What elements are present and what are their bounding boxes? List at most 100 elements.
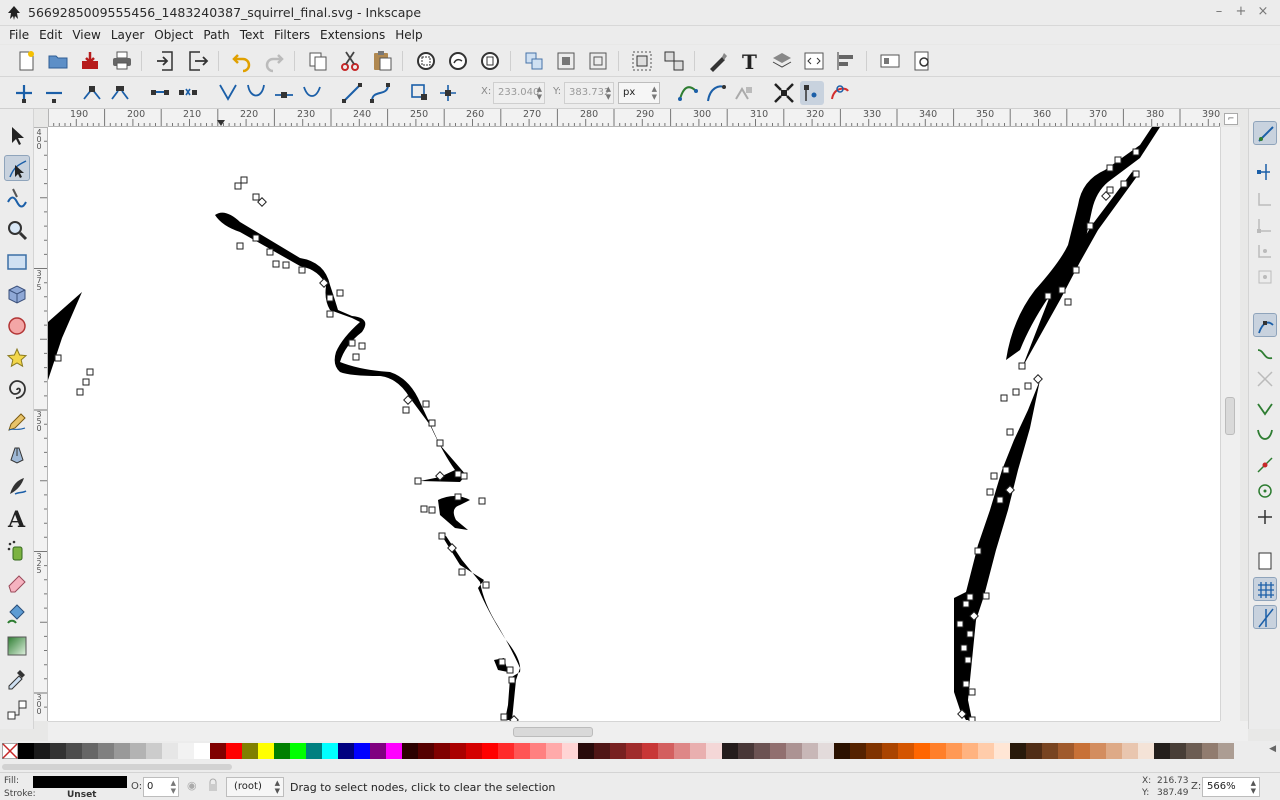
- palette-swatch[interactable]: [210, 743, 226, 759]
- ellipse-tool-icon[interactable]: [4, 313, 30, 339]
- horizontal-scrollbar[interactable]: [48, 721, 1220, 741]
- snap-guides-icon[interactable]: [1253, 605, 1277, 629]
- mask-icon[interactable]: [732, 81, 756, 105]
- clip-path-icon[interactable]: [704, 81, 728, 105]
- selector-tool-icon[interactable]: [4, 123, 30, 149]
- path-node-handle[interactable]: [76, 388, 84, 396]
- snap-paths-icon[interactable]: [1253, 341, 1277, 365]
- insert-node-icon[interactable]: [12, 81, 36, 105]
- palette-swatch[interactable]: [66, 743, 82, 759]
- stroke-to-path-icon[interactable]: [436, 81, 460, 105]
- import-icon[interactable]: [154, 49, 178, 73]
- opacity-input[interactable]: 0 ▲ ▼: [143, 777, 179, 797]
- snap-bbox-midpoints-icon[interactable]: [1253, 239, 1277, 263]
- path-node-handle[interactable]: [54, 354, 62, 362]
- open-folder-icon[interactable]: [46, 49, 70, 73]
- palette-scrollbar[interactable]: [0, 761, 1280, 772]
- palette-swatch[interactable]: [306, 743, 322, 759]
- palette-swatch[interactable]: [274, 743, 290, 759]
- palette-swatch[interactable]: [226, 743, 242, 759]
- palette-swatch[interactable]: [994, 743, 1010, 759]
- palette-swatch[interactable]: [594, 743, 610, 759]
- layers-icon[interactable]: [770, 49, 794, 73]
- path-node-handle[interactable]: [436, 439, 444, 447]
- path-node-handle[interactable]: [1072, 266, 1080, 274]
- snap-grids-icon[interactable]: [1253, 577, 1277, 601]
- snap-bbox-centers-icon[interactable]: [1253, 265, 1277, 289]
- palette-swatch[interactable]: [882, 743, 898, 759]
- zoom-input[interactable]: 566% ▲ ▼: [1202, 777, 1260, 797]
- export-icon[interactable]: [186, 49, 210, 73]
- palette-swatch[interactable]: [818, 743, 834, 759]
- document-properties-icon[interactable]: [878, 49, 902, 73]
- snap-object-centers-icon[interactable]: [1253, 479, 1277, 503]
- group-icon[interactable]: [630, 49, 654, 73]
- menu-text[interactable]: Text: [235, 26, 269, 44]
- eye-visibility-icon[interactable]: ◉: [187, 780, 201, 792]
- paste-icon[interactable]: [370, 49, 394, 73]
- path-node-handle[interactable]: [1064, 298, 1072, 306]
- print-icon[interactable]: [110, 49, 134, 73]
- path-node-handle[interactable]: [1018, 362, 1026, 370]
- path-node-handle[interactable]: [414, 477, 422, 485]
- path-node-handle[interactable]: [420, 505, 428, 513]
- join-nodes-icon[interactable]: [80, 81, 104, 105]
- palette-swatch[interactable]: [946, 743, 962, 759]
- duplicate-icon[interactable]: [522, 49, 546, 73]
- palette-swatch[interactable]: [930, 743, 946, 759]
- path-node-handle[interactable]: [236, 242, 244, 250]
- path-node-handle[interactable]: [1000, 394, 1008, 402]
- fill-indicator[interactable]: [33, 776, 127, 788]
- path-node-handle[interactable]: [326, 294, 334, 302]
- palette-swatch[interactable]: [690, 743, 706, 759]
- path-node-handle[interactable]: [428, 506, 436, 514]
- maximize-button[interactable]: +: [1232, 3, 1250, 21]
- palette-swatch[interactable]: [258, 743, 274, 759]
- node-tool-icon[interactable]: [4, 155, 30, 181]
- star-tool-icon[interactable]: [4, 345, 30, 371]
- path-node-handle[interactable]: [358, 342, 366, 350]
- auto-smooth-node-icon[interactable]: [300, 81, 324, 105]
- path-node-handle[interactable]: [252, 234, 260, 242]
- zoom-drawing-icon[interactable]: [446, 49, 470, 73]
- path-node-handle[interactable]: [1120, 180, 1128, 188]
- path-node-handle[interactable]: [1106, 164, 1114, 172]
- palette-swatch[interactable]: [1170, 743, 1186, 759]
- 3d-box-tool-icon[interactable]: [4, 281, 30, 307]
- menu-layer[interactable]: Layer: [106, 26, 149, 44]
- path-node-handle[interactable]: [506, 666, 514, 674]
- path-node-handle[interactable]: [86, 368, 94, 376]
- tweak-tool-icon[interactable]: [4, 185, 30, 211]
- pencil-tool-icon[interactable]: [4, 409, 30, 435]
- palette-swatch[interactable]: [530, 743, 546, 759]
- fill-stroke-icon[interactable]: [706, 49, 730, 73]
- connector-tool-icon[interactable]: [4, 697, 30, 723]
- path-node-handle[interactable]: [500, 713, 508, 721]
- path-node-handle[interactable]: [266, 248, 274, 256]
- palette-swatch[interactable]: [1154, 743, 1170, 759]
- path-node-handle[interactable]: [428, 419, 436, 427]
- path-node-handle[interactable]: [482, 581, 490, 589]
- palette-swatch[interactable]: [242, 743, 258, 759]
- palette-swatch[interactable]: [386, 743, 402, 759]
- palette-swatch[interactable]: [802, 743, 818, 759]
- palette-swatch[interactable]: [1010, 743, 1026, 759]
- layer-select[interactable]: (root) ▲ ▼: [226, 777, 284, 797]
- palette-swatch[interactable]: [1202, 743, 1218, 759]
- path-node-handle[interactable]: [1132, 148, 1140, 156]
- palette-swatch[interactable]: [98, 743, 114, 759]
- path-node-handle[interactable]: [402, 406, 410, 414]
- path-node-handle[interactable]: [1086, 222, 1094, 230]
- snap-bbox-icon[interactable]: [1253, 159, 1277, 183]
- gradient-tool-icon[interactable]: [4, 633, 30, 659]
- palette-swatch[interactable]: [850, 743, 866, 759]
- path-node-handle[interactable]: [438, 532, 446, 540]
- palette-swatch[interactable]: [354, 743, 370, 759]
- snap-smooth-nodes-icon[interactable]: [1253, 423, 1277, 447]
- palette-swatch[interactable]: [434, 743, 450, 759]
- lock-guides-icon[interactable]: ⌐: [1224, 113, 1238, 125]
- snap-cusp-nodes-icon[interactable]: [1253, 397, 1277, 421]
- palette-swatch[interactable]: [498, 743, 514, 759]
- palette-swatch[interactable]: [146, 743, 162, 759]
- path-node-handle[interactable]: [298, 266, 306, 274]
